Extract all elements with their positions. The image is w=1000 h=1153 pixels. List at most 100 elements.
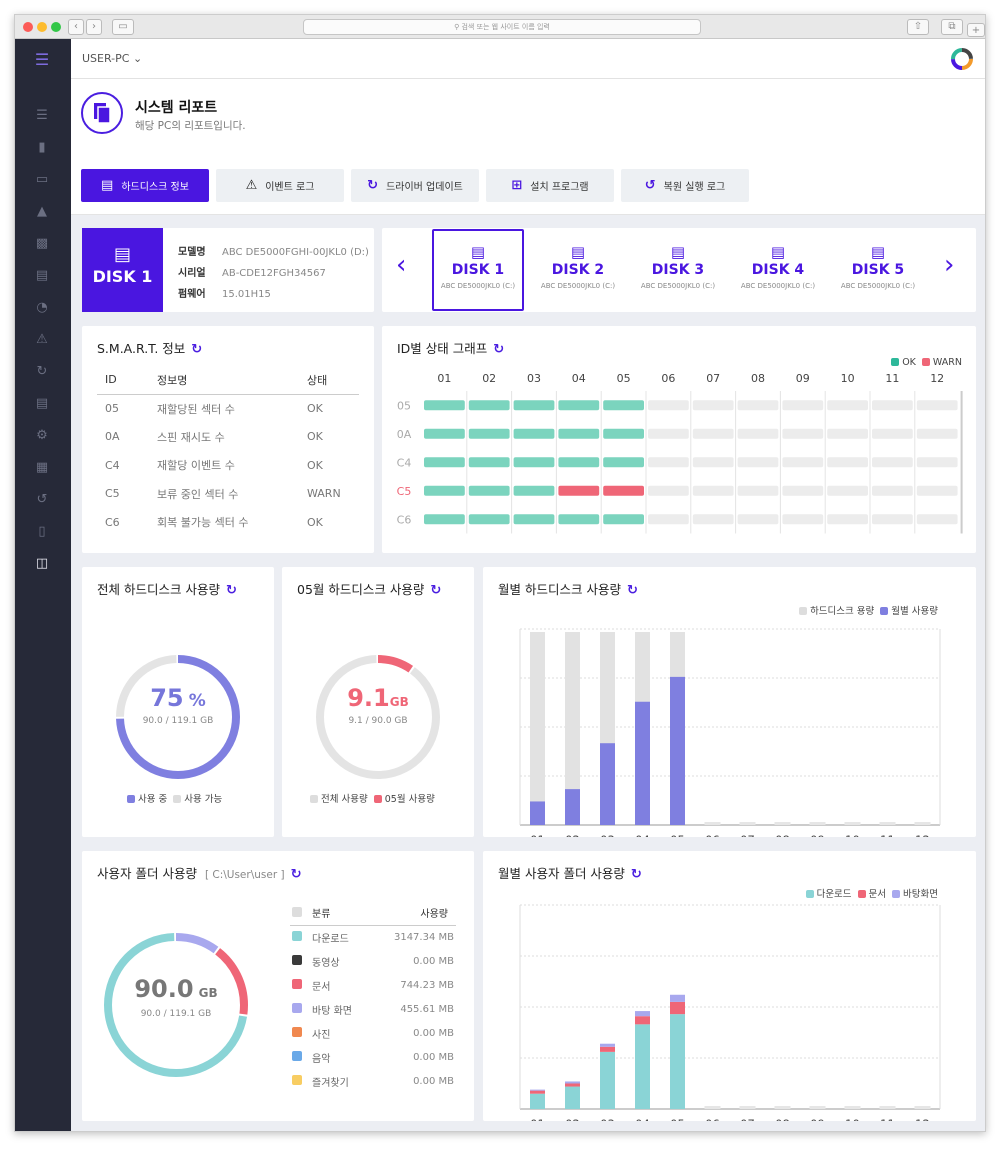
tab-restore-log[interactable]: ↺ 복원 실행 로그 (621, 169, 749, 202)
window-icon[interactable]: ▤ (34, 397, 50, 411)
disk-item[interactable]: ▤ DISK 2 ABC DE5000JKL0 (C:) (532, 229, 624, 311)
pc-selector[interactable]: USER-PC ⌄ (82, 52, 142, 65)
windows-logo-icon[interactable]: ▦ (34, 461, 50, 475)
x-tick-label: 12 (915, 833, 930, 837)
tab-driver-update[interactable]: ↻ 드라이버 업데이트 (351, 169, 479, 202)
y-tick-label: C6 (397, 513, 412, 526)
monthly-folder-chart: 01 02 03 04 05 06 07 08 09 10 11 12 (519, 904, 941, 1121)
legend-label: 05월 사용량 (384, 794, 435, 805)
forward-button[interactable]: › (86, 19, 102, 35)
status-cell (468, 485, 510, 496)
status-badge: OK (307, 430, 323, 444)
x-tick-label: 05 (670, 1117, 685, 1121)
x-tick-label: 10 (845, 1117, 860, 1121)
smart-id: C4 (105, 458, 120, 472)
x-tick-label: 05 (670, 833, 685, 837)
empty-bar (844, 1106, 861, 1109)
table-row: 05 재할당된 섹터 수 OK (97, 394, 359, 423)
folder-size: 0.00 MB (413, 1075, 454, 1087)
stacked-bar-segment (635, 1024, 650, 1109)
disk-carousel: ‹ ▤ DISK 1 ABC DE5000JKL0 (C:) ▤ DISK 2 ABC … (382, 228, 976, 312)
usage-bar (565, 789, 580, 825)
list-icon[interactable]: ☰ (34, 109, 50, 123)
donut-center: 75 % (82, 684, 274, 712)
disk-item[interactable]: ▤ DISK 5 ABC DE5000JKL0 (C:) (832, 229, 924, 311)
report-icon[interactable]: ◫ (34, 557, 50, 571)
address-bar[interactable]: ⚲ 검색 또는 웹 사이트 이름 입력 (303, 19, 701, 35)
folder-name: 사진 (312, 1029, 331, 1041)
folder-usage-card: 사용자 폴더 사용량 [ C:\User\user ] ↻ 90.0 GB 90.… (82, 851, 474, 1121)
x-tick-label: 07 (740, 1117, 755, 1121)
restore-icon[interactable]: ↺ (34, 493, 50, 507)
status-cell (692, 457, 734, 468)
status-cell (782, 400, 824, 411)
table-row: 바탕 화면 455.61 MB (290, 997, 456, 1021)
monitor-icon[interactable]: ▭ (34, 173, 50, 187)
area-chart-icon[interactable]: ▲ (34, 205, 50, 219)
disk-item[interactable]: ▤ DISK 3 ABC DE5000JKL0 (C:) (632, 229, 724, 311)
close-window-button[interactable] (23, 22, 33, 32)
tab-installed-programs[interactable]: ⊞ 설치 프로그램 (486, 169, 614, 202)
legend-item: 전체 사용량 (310, 791, 368, 805)
status-cell (692, 428, 734, 439)
smart-name: 회복 불가능 섹터 수 (157, 516, 249, 530)
document-icon[interactable]: ▮ (34, 141, 50, 155)
x-tick-label: 09 (796, 372, 810, 385)
status-cell (916, 428, 958, 439)
minimize-window-button[interactable] (37, 22, 47, 32)
status-cell (558, 400, 600, 411)
menu-icon[interactable]: ☰ (34, 52, 50, 68)
usage-value: 90.0 (134, 975, 194, 1003)
new-tab-icon[interactable]: + (967, 23, 985, 37)
usage-unit: % (188, 691, 206, 711)
status-cell (558, 514, 600, 525)
share-icon[interactable]: ⇧ (907, 19, 929, 35)
tabs-icon[interactable]: ⧉ (941, 19, 963, 35)
refresh-icon[interactable]: ↻ (34, 365, 50, 379)
folder-name: 음악 (312, 1053, 331, 1065)
disk-name: DISK 3 (651, 262, 705, 278)
folder-name: 바탕 화면 (312, 1005, 352, 1017)
usage-unit: GB (389, 695, 409, 709)
carousel-prev-icon[interactable]: ‹ (396, 250, 406, 280)
status-cell (827, 400, 868, 411)
chart-legend: 사용 중 사용 가능 (127, 791, 222, 805)
gears-icon[interactable]: ⚙ (34, 429, 50, 443)
plus-box-icon: ⊞ (511, 178, 523, 193)
signal-icon[interactable]: ▩ (34, 237, 50, 251)
column-header: ID (97, 366, 149, 395)
empty-bar (879, 1106, 896, 1109)
carousel-next-icon[interactable]: › (944, 250, 954, 280)
back-button[interactable]: ‹ (68, 19, 84, 35)
folder-size: 0.00 MB (413, 1027, 454, 1039)
disk-item[interactable]: ▤ DISK 1 ABC DE5000JKL0 (C:) (432, 229, 524, 311)
card-title-text: S.M.A.R.T. 정보 (97, 341, 186, 356)
x-tick-label: 08 (751, 372, 765, 385)
tab-label: 이벤트 로그 (265, 182, 315, 193)
folder-table: 분류 사용량 다운로드 3147.34 MB 동영상 0.00 MB 문서 744.23… (290, 901, 456, 1093)
sidebar-toggle-icon[interactable]: ▭ (112, 19, 134, 35)
y-tick-label: C5 (397, 485, 412, 498)
status-cell (648, 457, 689, 468)
status-cell (468, 457, 510, 468)
disk-item[interactable]: ▤ DISK 4 ABC DE5000JKL0 (C:) (732, 229, 824, 311)
selected-disk-name: DISK 1 (92, 267, 153, 286)
tab-hard-disk-info[interactable]: ▤ 하드디스크 정보 (81, 169, 209, 202)
memory-icon[interactable]: ▯ (34, 525, 50, 539)
refresh-icon[interactable]: ↻ (291, 867, 302, 882)
folder-size: 0.00 MB (413, 1051, 454, 1063)
tab-event-log[interactable]: ⚠ 이벤트 로그 (216, 169, 344, 202)
x-tick-label: 08 (775, 1117, 790, 1121)
status-cell (872, 485, 913, 496)
refresh-icon[interactable]: ↻ (191, 342, 202, 357)
status-cell (827, 457, 868, 468)
pie-chart-icon[interactable]: ◔ (34, 301, 50, 315)
hard-drive-icon[interactable]: ▤ (34, 269, 50, 283)
table-row: 동영상 0.00 MB (290, 949, 456, 973)
warning-icon[interactable]: ⚠ (34, 333, 50, 347)
stacked-bar-segment (530, 1089, 545, 1091)
maximize-window-button[interactable] (51, 22, 61, 32)
disk-name: DISK 5 (851, 262, 905, 278)
x-tick-label: 11 (880, 1117, 895, 1121)
pc-name: USER-PC (82, 52, 130, 65)
